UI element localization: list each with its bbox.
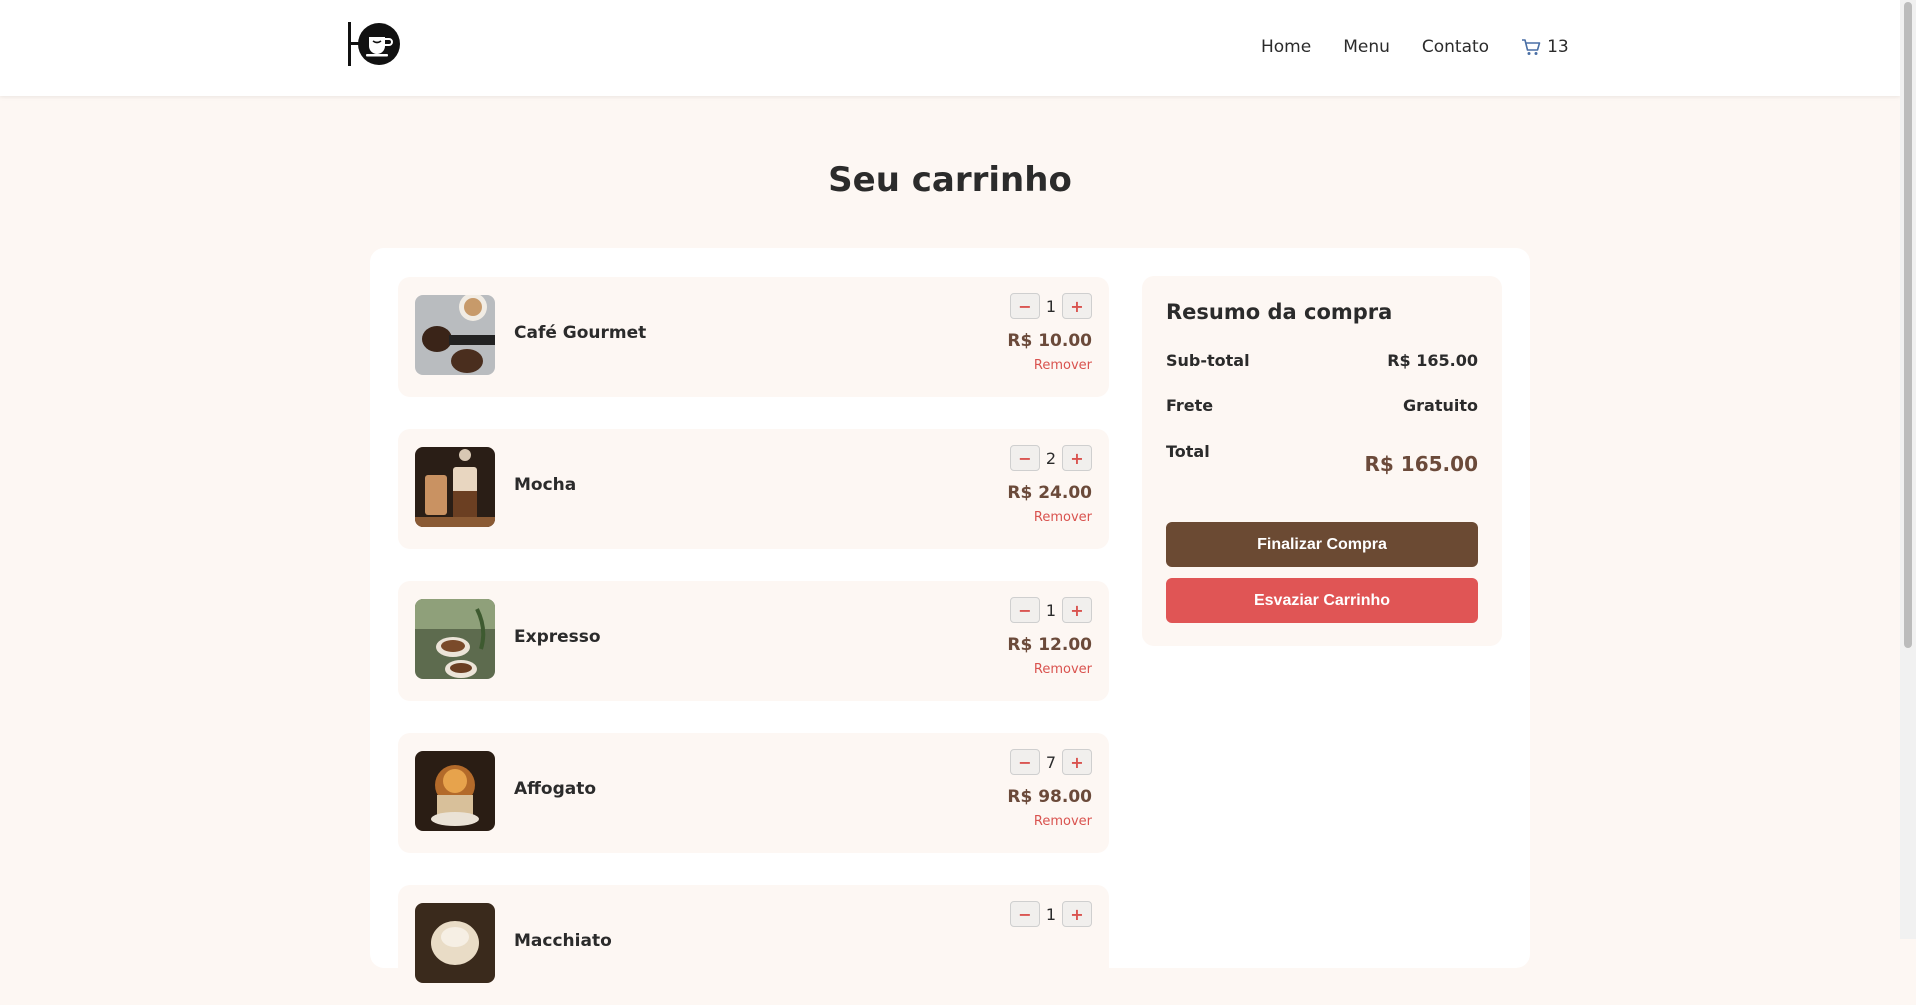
subtotal-value: R$ 165.00 <box>1387 351 1478 370</box>
remove-item-link[interactable]: Remover <box>1034 814 1092 829</box>
empty-cart-button[interactable]: Esvaziar Carrinho <box>1166 578 1478 623</box>
quantity-stepper: − 1 + <box>1010 597 1092 623</box>
checkout-button[interactable]: Finalizar Compra <box>1166 522 1478 567</box>
item-quantity: 2 <box>1045 448 1057 468</box>
item-price: R$ 10.00 <box>1007 331 1092 351</box>
nav-home-link[interactable]: Home <box>1261 37 1311 57</box>
item-name: Café Gourmet <box>514 323 647 343</box>
shipping-value: Gratuito <box>1403 396 1478 415</box>
remove-item-link[interactable]: Remover <box>1034 358 1092 373</box>
summary-title: Resumo da compra <box>1166 300 1393 324</box>
coffee-shop-logo[interactable] <box>348 20 402 68</box>
item-price: R$ 98.00 <box>1007 787 1092 807</box>
cart-item: Expresso − 1 + R$ 12.00 Remover <box>398 581 1109 701</box>
item-image <box>415 599 495 679</box>
item-name: Affogato <box>514 779 597 799</box>
item-name: Mocha <box>514 475 577 495</box>
decrease-qty-button[interactable]: − <box>1010 445 1040 471</box>
page-title: Seu carrinho <box>828 160 1072 200</box>
cart-item: Mocha − 2 + R$ 24.00 Remover <box>398 429 1109 549</box>
item-quantity: 7 <box>1045 752 1057 772</box>
item-image <box>415 447 495 527</box>
item-quantity: 1 <box>1045 904 1057 924</box>
cart-item: Café Gourmet − 1 + R$ 10.00 Remover <box>398 277 1109 397</box>
decrease-qty-button[interactable]: − <box>1010 597 1040 623</box>
item-name: Macchiato <box>514 931 612 951</box>
item-price: R$ 12.00 <box>1007 635 1092 655</box>
subtotal-label: Sub-total <box>1166 351 1250 370</box>
increase-qty-button[interactable]: + <box>1062 749 1092 775</box>
total-label: Total <box>1166 442 1210 461</box>
nav-cart-link[interactable]: 13 <box>1521 37 1569 57</box>
increase-qty-button[interactable]: + <box>1062 597 1092 623</box>
cart-item: Affogato − 7 + R$ 98.00 Remover <box>398 733 1109 853</box>
quantity-stepper: − 1 + <box>1010 901 1092 927</box>
site-header: Home Menu Contato 13 <box>0 0 1900 96</box>
quantity-stepper: − 7 + <box>1010 749 1092 775</box>
increase-qty-button[interactable]: + <box>1062 293 1092 319</box>
increase-qty-button[interactable]: + <box>1062 901 1092 927</box>
cart-item: Macchiato − 1 + <box>398 885 1109 1005</box>
cart-count: 13 <box>1547 37 1569 57</box>
shipping-label: Frete <box>1166 396 1214 415</box>
nav-contato-link[interactable]: Contato <box>1422 37 1489 57</box>
item-quantity: 1 <box>1045 600 1057 620</box>
page-scrollbar[interactable] <box>1900 0 1916 939</box>
quantity-stepper: − 1 + <box>1010 293 1092 319</box>
item-image <box>415 903 495 983</box>
increase-qty-button[interactable]: + <box>1062 445 1092 471</box>
item-quantity: 1 <box>1045 296 1057 316</box>
item-image <box>415 751 495 831</box>
remove-item-link[interactable]: Remover <box>1034 662 1092 677</box>
decrease-qty-button[interactable]: − <box>1010 293 1040 319</box>
order-summary: Resumo da compra Sub-total R$ 165.00 Fre… <box>1142 276 1502 646</box>
scrollbar-thumb[interactable] <box>1904 2 1912 648</box>
remove-item-link[interactable]: Remover <box>1034 510 1092 525</box>
quantity-stepper: − 2 + <box>1010 445 1092 471</box>
item-image <box>415 295 495 375</box>
item-name: Expresso <box>514 627 601 647</box>
decrease-qty-button[interactable]: − <box>1010 749 1040 775</box>
cart-icon <box>1522 39 1541 55</box>
nav-menu-link[interactable]: Menu <box>1343 37 1390 57</box>
main-nav: Home Menu Contato 13 <box>1261 36 1569 58</box>
total-value: R$ 165.00 <box>1364 452 1478 476</box>
decrease-qty-button[interactable]: − <box>1010 901 1040 927</box>
item-price: R$ 24.00 <box>1007 483 1092 503</box>
